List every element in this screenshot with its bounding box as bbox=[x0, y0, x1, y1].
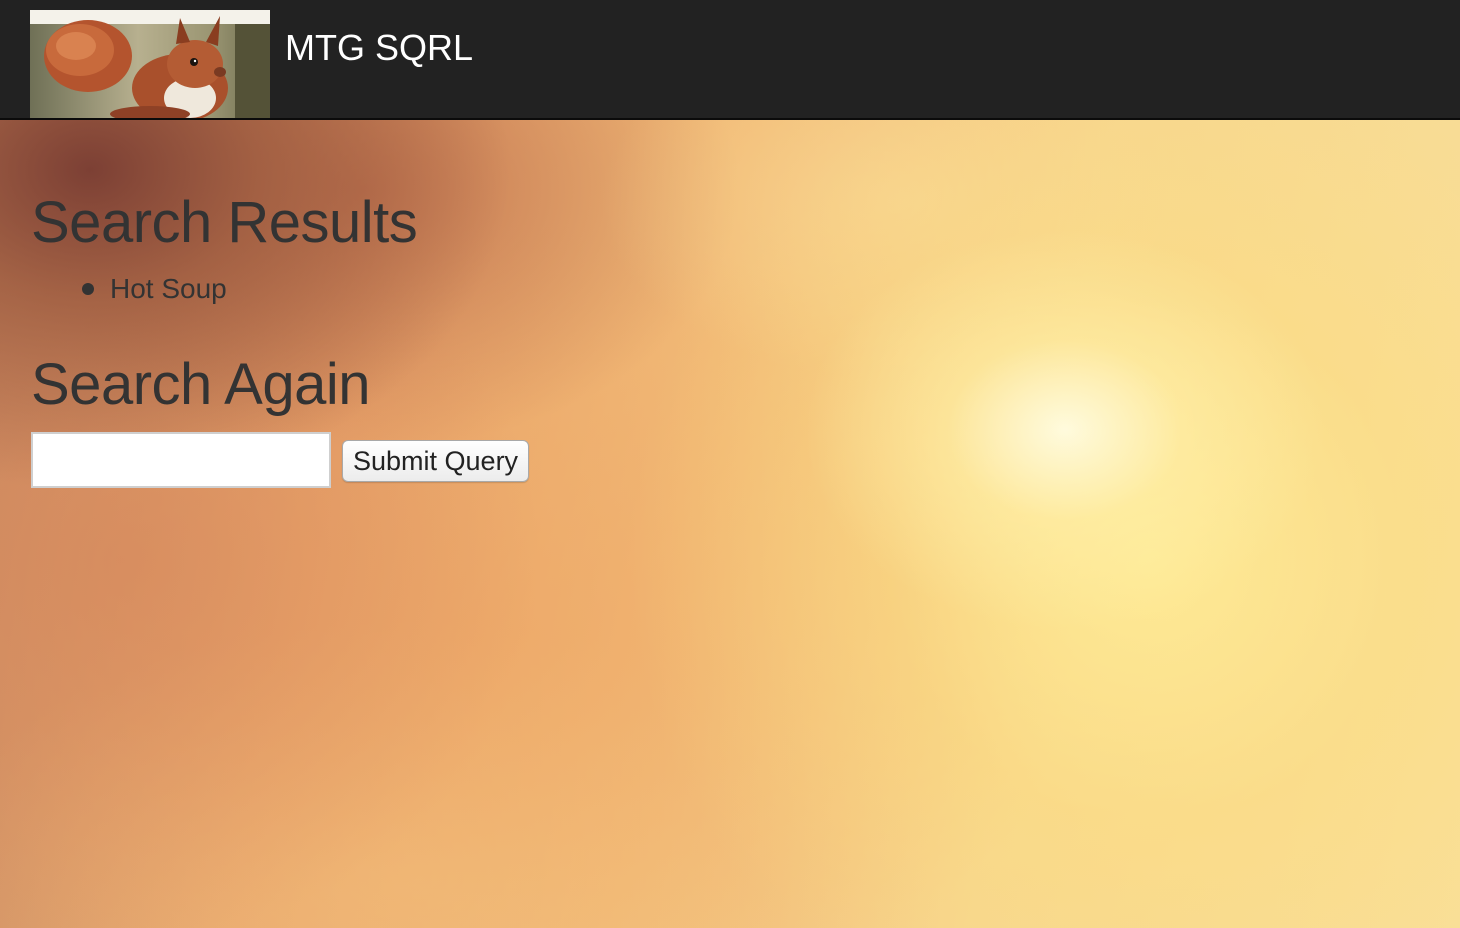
search-form: Submit Query bbox=[31, 432, 530, 488]
results-heading: Search Results bbox=[31, 190, 418, 255]
site-title[interactable]: MTG SQRL bbox=[285, 28, 473, 68]
list-item[interactable]: Hot Soup bbox=[82, 272, 417, 306]
squirrel-logo-image bbox=[30, 10, 270, 118]
search-input[interactable] bbox=[31, 432, 331, 488]
result-label[interactable]: Hot Soup bbox=[110, 273, 227, 304]
navbar: MTG SQRL bbox=[0, 0, 1460, 120]
main-content: Search Results Hot Soup Search Again Sub… bbox=[31, 190, 530, 488]
search-again-heading: Search Again bbox=[31, 352, 371, 417]
squirrel-logo-icon[interactable] bbox=[30, 10, 270, 118]
submit-query-button[interactable]: Submit Query bbox=[342, 440, 530, 482]
results-list: Hot Soup bbox=[31, 272, 417, 352]
bullet-icon bbox=[82, 283, 94, 295]
